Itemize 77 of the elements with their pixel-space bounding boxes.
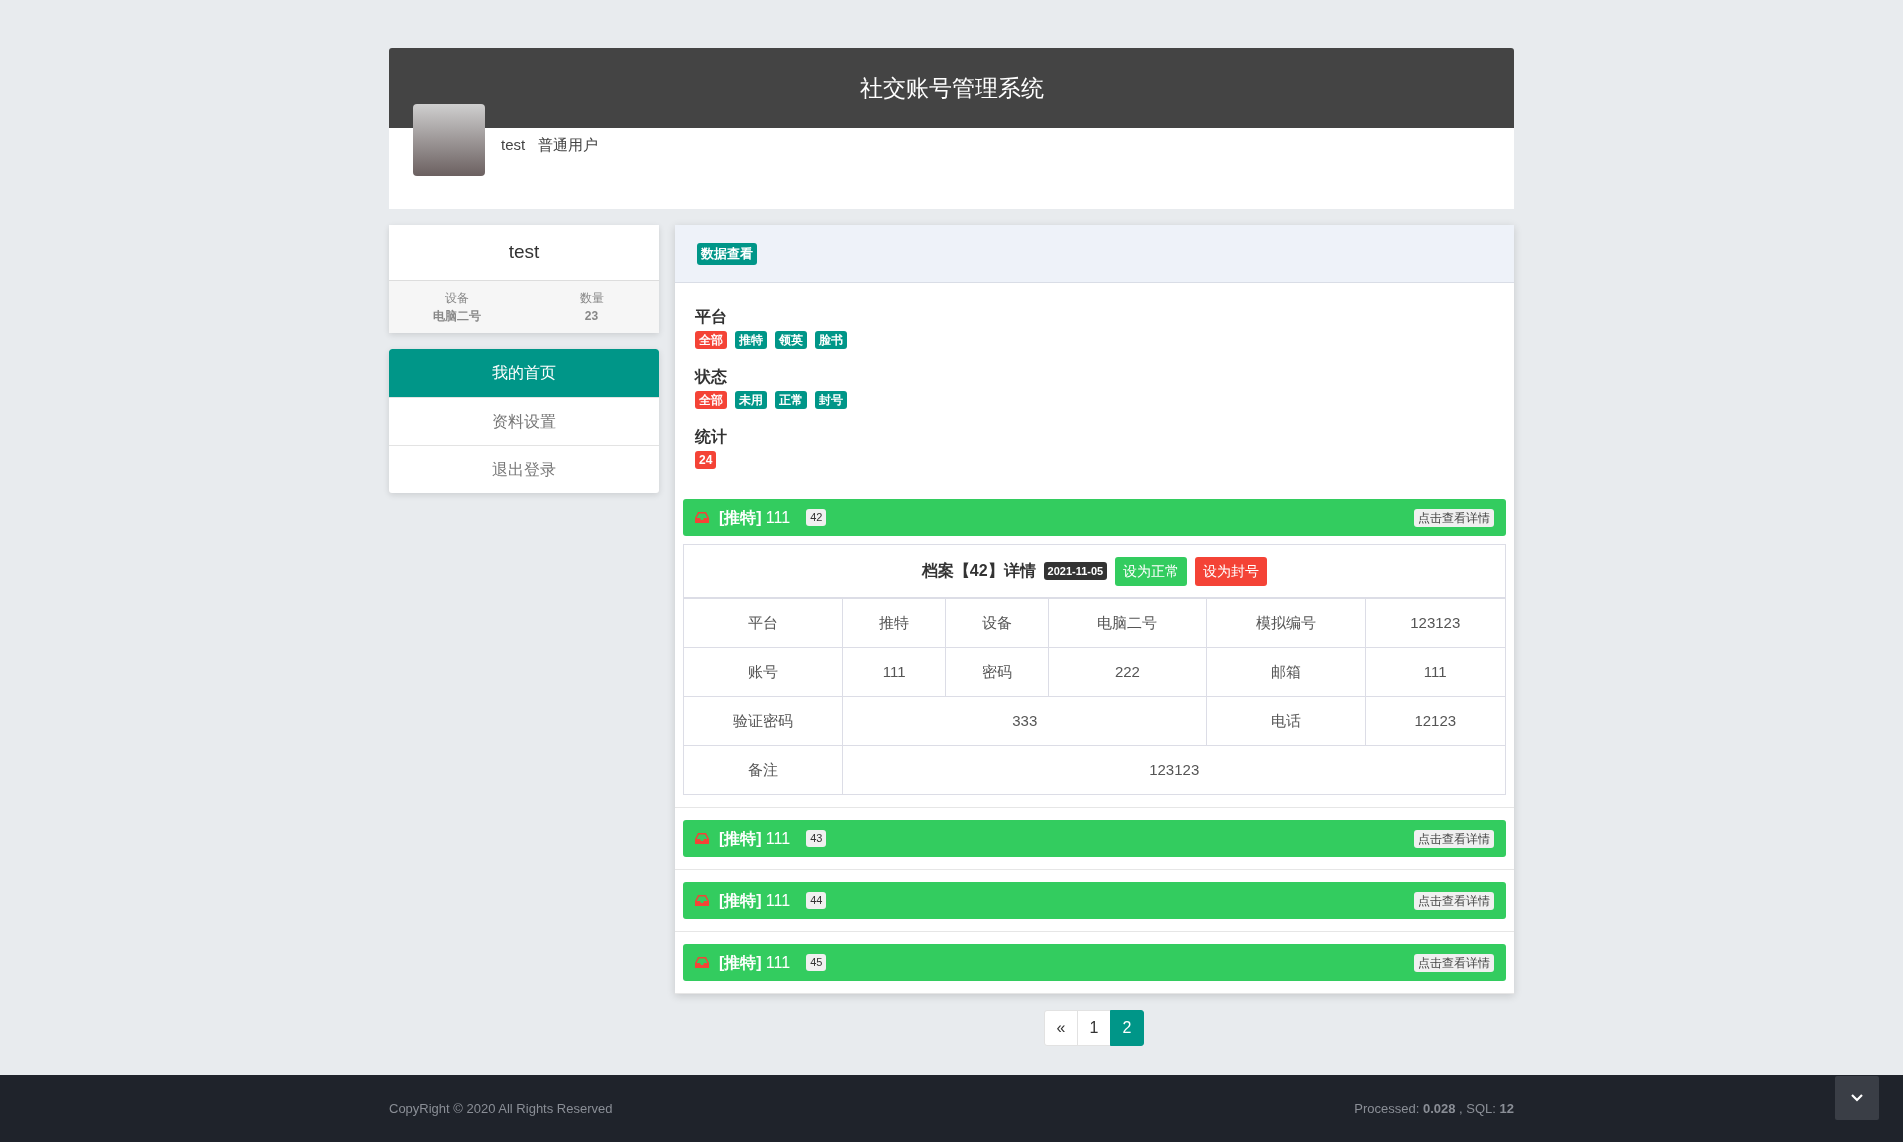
stat-label: 设备 bbox=[443, 290, 470, 307]
record-platform: [推特] bbox=[719, 508, 762, 526]
record-bar[interactable]: [推特] 111 43 点击查看详情 bbox=[683, 820, 1506, 857]
table-cell: 密码 bbox=[945, 648, 1048, 696]
record-bar[interactable]: [推特] 111 44 点击查看详情 bbox=[683, 882, 1506, 919]
menu-item[interactable]: 退出登录 bbox=[389, 445, 659, 493]
stat-title: 统计 bbox=[695, 427, 728, 447]
record-platform: [推特] bbox=[719, 829, 762, 847]
details-link[interactable]: 点击查看详情 bbox=[1414, 891, 1494, 910]
inbox-icon bbox=[695, 895, 709, 906]
table-cell: 12123 bbox=[1364, 697, 1505, 745]
filter-tag[interactable]: 未用 bbox=[735, 391, 767, 409]
scroll-top-button[interactable] bbox=[1835, 1076, 1879, 1120]
record-id: 45 bbox=[806, 954, 827, 971]
detail-title: 档案【42】详情 bbox=[921, 561, 1036, 581]
table-cell-text: 验证密码 bbox=[732, 710, 795, 731]
table-cell: 111 bbox=[1364, 648, 1505, 696]
count-tag: 24 bbox=[695, 451, 717, 469]
table-cell: 推特 bbox=[842, 599, 946, 647]
details-link[interactable]: 点击查看详情 bbox=[1414, 953, 1494, 972]
record-account: 111 bbox=[765, 953, 791, 971]
table-cell-text: 平台 bbox=[747, 612, 780, 633]
table-cell: 设备 bbox=[945, 599, 1048, 647]
record-account: 111 bbox=[765, 829, 791, 847]
chevron-down-icon bbox=[1851, 1094, 1863, 1102]
table-cell: 222 bbox=[1047, 648, 1207, 696]
table-cell: 123123 bbox=[1364, 599, 1505, 647]
page-link[interactable]: 1 bbox=[1077, 1010, 1111, 1046]
menu-item[interactable]: 资料设置 bbox=[389, 397, 659, 445]
record-platform: [推特] bbox=[719, 891, 762, 909]
user-role: 普通用户 bbox=[537, 136, 598, 153]
avatar-photo-placeholder bbox=[413, 104, 485, 176]
page-link[interactable]: « bbox=[1044, 1010, 1078, 1046]
filter-tag[interactable]: 脸书 bbox=[815, 331, 847, 349]
filter-tag[interactable]: 推特 bbox=[735, 331, 767, 349]
username: test bbox=[501, 136, 526, 153]
record-id: 43 bbox=[806, 830, 827, 847]
table-cell: 电话 bbox=[1206, 697, 1365, 745]
record-id: 44 bbox=[806, 892, 827, 909]
section-tag: 数据查看 bbox=[697, 242, 757, 265]
processing-stats: Processed: 0.028 , SQL: 12 bbox=[1354, 1099, 1514, 1118]
record-account: 111 bbox=[765, 508, 791, 526]
table-cell-text: 备注 bbox=[747, 759, 780, 780]
inbox-icon bbox=[695, 512, 709, 523]
date-tag: 2021-11-05 bbox=[1043, 561, 1108, 581]
page-link[interactable]: 2 bbox=[1110, 1010, 1144, 1046]
stat-value: 电脑二号 bbox=[431, 308, 482, 325]
inbox-icon bbox=[695, 833, 709, 844]
filter-title: 状态 bbox=[695, 367, 728, 387]
details-link[interactable]: 点击查看详情 bbox=[1414, 508, 1494, 527]
site-title: 社交账号管理系统 bbox=[859, 73, 1044, 103]
record-bar[interactable]: [推特] 111 42 点击查看详情 bbox=[683, 499, 1506, 536]
table-cell: 123123 bbox=[842, 746, 1505, 794]
record-platform: [推特] bbox=[719, 953, 762, 971]
details-link[interactable]: 点击查看详情 bbox=[1414, 829, 1494, 848]
table-cell: 111 bbox=[842, 648, 946, 696]
user-name: test bbox=[508, 240, 540, 265]
table-cell: 333 bbox=[842, 697, 1207, 745]
inbox-icon bbox=[695, 957, 709, 968]
copyright-text: CopyRight © 2020 All Rights Reserved bbox=[389, 1099, 613, 1118]
filter-tag[interactable]: 领英 bbox=[775, 331, 807, 349]
filter-title: 平台 bbox=[695, 307, 728, 327]
filter-tag[interactable]: 封号 bbox=[815, 391, 847, 409]
record-account: 111 bbox=[765, 891, 791, 909]
record-bar[interactable]: [推特] 111 45 点击查看详情 bbox=[683, 944, 1506, 981]
table-cell-text: 账号 bbox=[747, 661, 780, 682]
table-cell: 邮箱 bbox=[1206, 648, 1365, 696]
filter-tag[interactable]: 全部 bbox=[695, 391, 727, 409]
table-cell: 模拟编号 bbox=[1206, 599, 1365, 647]
filter-tag[interactable]: 全部 bbox=[695, 331, 727, 349]
filter-tag[interactable]: 正常 bbox=[775, 391, 807, 409]
stat-value: 23 bbox=[583, 308, 600, 325]
stat-label: 数量 bbox=[578, 290, 605, 307]
menu-item[interactable]: 我的首页 bbox=[389, 349, 659, 397]
status-button[interactable]: 设为封号 bbox=[1195, 556, 1268, 586]
table-cell: 电脑二号 bbox=[1047, 599, 1207, 647]
record-id: 42 bbox=[806, 509, 827, 526]
